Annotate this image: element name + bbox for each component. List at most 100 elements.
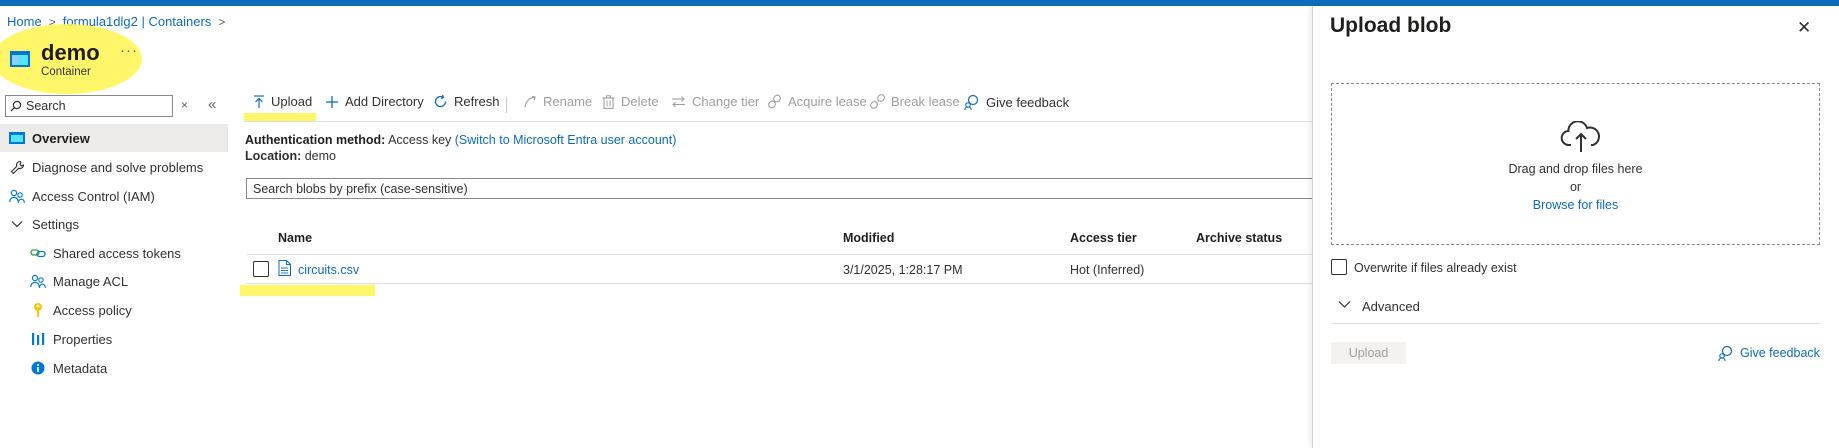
add-directory-button-label: Add Directory [345,94,424,109]
auth-method-value: Access key [388,133,452,147]
chevron-right-icon: > [218,14,226,29]
people-icon [29,272,47,290]
auth-method-line: Authentication method: Access key (Switc… [245,133,676,147]
more-options-button[interactable]: ··· [120,42,138,59]
location-value: demo [304,149,337,163]
sidebar-item-manage-acl[interactable]: Manage ACL [0,267,228,295]
break-link-icon [870,94,885,109]
sidebar-item-label: Metadata [53,360,108,376]
browse-files-link[interactable]: Browse for files [1533,198,1618,212]
table-row-divider [246,283,1314,284]
sidebar-item-diagnose[interactable]: Diagnose and solve problems [0,153,228,181]
toolbar-divider [506,97,507,113]
yellow-highlight-annotation [240,285,375,296]
rename-button[interactable]: Rename [523,94,592,109]
advanced-section-toggle[interactable]: Advanced [1362,299,1420,314]
acquire-lease-button[interactable]: Acquire lease [767,94,867,109]
link-icon [29,244,47,262]
refresh-button-label: Refresh [454,94,500,109]
page-title: demo [41,40,100,65]
file-icon [278,260,291,276]
rename-button-label: Rename [543,94,593,109]
column-header-archive-status[interactable]: Archive status [1196,231,1282,245]
wrench-icon [8,158,26,176]
switch-auth-link[interactable]: (Switch to Microsoft Entra user account) [455,133,677,147]
or-text: or [1569,180,1582,194]
blob-search-box[interactable] [246,178,1314,199]
acquire-lease-button-label: Acquire lease [788,94,867,109]
bars-icon [29,330,47,348]
sidebar-item-label: Overview [32,130,90,146]
feedback-icon [1718,345,1733,361]
overwrite-checkbox[interactable] [1331,259,1347,275]
change-tier-button[interactable]: Change tier [671,94,759,109]
give-feedback-button-label: Give feedback [986,94,1070,110]
sidebar-item-properties[interactable]: Properties [0,325,228,353]
location-label: Location: [245,149,302,163]
change-tier-button-label: Change tier [692,94,760,109]
chevron-down-icon[interactable] [1338,300,1351,308]
sidebar-item-label: Shared access tokens [53,245,181,261]
break-lease-button[interactable]: Break lease [870,94,960,109]
sidebar-item-label: Properties [53,331,113,347]
sidebar-search-box[interactable] [5,95,173,117]
sidebar-item-label: Manage ACL [53,273,129,289]
sidebar-group-settings[interactable]: Settings [0,210,228,238]
refresh-button[interactable]: Refresh [433,94,500,109]
browse-files-wrapper: Browse for files [1331,198,1820,212]
sidebar-item-access-policy[interactable]: Access policy [0,296,228,324]
delete-button[interactable]: Delete [602,94,659,109]
sidebar-item-label: Access policy [53,302,132,318]
sidebar-item-label: Access Control (IAM) [32,188,155,204]
break-lease-button-label: Break lease [891,94,960,109]
add-directory-button[interactable]: Add Directory [325,94,424,109]
upload-button-label: Upload [271,94,313,109]
delete-button-label: Delete [621,94,659,109]
file-name-link[interactable]: circuits.csv [298,263,359,277]
sidebar-search-input[interactable] [26,99,166,113]
clear-search-icon[interactable]: × [181,98,188,112]
close-icon[interactable]: ✕ [1797,18,1811,38]
people-icon [8,187,26,205]
feedback-icon [964,94,979,110]
advanced-divider [1331,323,1821,324]
row-checkbox[interactable] [253,261,269,277]
upload-arrow-icon [254,94,264,108]
container-icon [10,51,30,67]
sidebar-item-overview[interactable]: Overview [0,124,228,152]
location-line: Location: demo [245,149,336,163]
sidebar-item-access-control[interactable]: Access Control (IAM) [0,182,228,210]
sidebar-item-metadata[interactable]: Metadata [0,354,228,382]
plus-icon [326,95,338,108]
upload-submit-button[interactable]: Upload [1331,342,1406,364]
sidebar-item-label: Settings [32,216,79,232]
overwrite-label: Overwrite if files already exist [1354,261,1517,275]
trash-icon [602,94,615,109]
auth-method-label: Authentication method: [245,133,386,147]
rename-icon [524,95,536,107]
panel-give-feedback-label: Give feedback [1740,346,1820,360]
container-icon [8,129,26,147]
lease-link-icon [768,94,781,109]
panel-give-feedback-link[interactable]: Give feedback [1718,345,1820,361]
cloud-upload-icon [1560,121,1600,152]
sidebar-item-shared-access-tokens[interactable]: Shared access tokens [0,239,228,267]
info-icon [29,359,47,377]
blob-search-input[interactable] [253,181,1313,196]
swap-arrows-icon [672,96,685,108]
column-header-access-tier[interactable]: Access tier [1070,231,1137,245]
chevron-down-icon [8,215,26,233]
give-feedback-button[interactable]: Give feedback [964,94,1069,110]
column-header-name[interactable]: Name [278,231,312,245]
search-icon [10,100,22,112]
column-header-modified[interactable]: Modified [843,231,894,245]
panel-title: Upload blob [1330,14,1452,37]
key-icon [29,301,47,319]
toolbar-separator [244,121,1314,122]
collapse-sidebar-icon[interactable]: « [208,96,216,113]
resource-type-label: Container [41,66,91,78]
refresh-icon [434,94,447,108]
sidebar-item-label: Diagnose and solve problems [32,159,204,175]
upload-button[interactable]: Upload [253,94,312,109]
modified-cell: 3/1/2025, 1:28:17 PM [843,263,963,277]
